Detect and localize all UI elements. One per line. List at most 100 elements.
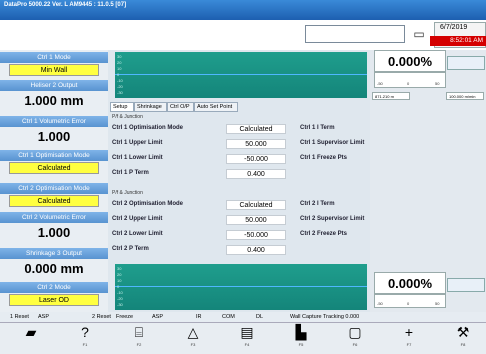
param-value[interactable]: -50.000 — [226, 230, 286, 240]
deviation-percent-top: 0.000% — [374, 50, 446, 72]
graph-tick: 20 — [117, 60, 122, 65]
deviation-scale-top: -50 0 50 — [374, 72, 446, 88]
window-title-bar: DataPro 5000.22 Ver. L AM9445 : 11.0.5 [… — [0, 0, 486, 20]
param-value[interactable]: 50.000 — [226, 215, 286, 225]
param-value[interactable]: 50.000 — [226, 139, 286, 149]
trend-line — [115, 74, 367, 75]
tools-icon: ⚒ — [456, 324, 470, 340]
graph-tick: 30 — [117, 266, 122, 271]
date-display: 6/7/2019 — [440, 24, 468, 31]
param-label: Ctrl 1 Freeze Pts — [300, 155, 348, 161]
toolbar-button[interactable]: ▢ F6 — [330, 322, 380, 354]
trend-line — [115, 286, 367, 287]
graph-tick: 0 — [117, 72, 120, 77]
toolbar-button[interactable]: ⌸ F2 — [114, 322, 164, 354]
machine-icon: ▰ — [25, 324, 37, 340]
param-label: Ctrl 2 Supervisor Limit — [300, 216, 365, 222]
triangle-icon: △ — [187, 324, 199, 340]
trend-graph-top: 30 20 10 0 -10 -20 -30 — [115, 52, 367, 98]
toolbar-button-label: F7 — [406, 342, 412, 347]
param-label: Ctrl 2 Optimisation Mode — [112, 201, 184, 207]
param-value[interactable]: Calculated — [226, 200, 286, 210]
scale-min: -50 — [377, 81, 383, 86]
left-item-value: 1.000 — [37, 129, 71, 144]
boat-icon — [447, 56, 485, 70]
toolbar-button[interactable]: + F7 — [384, 322, 434, 354]
param-label: Ctrl 1 I Term — [300, 125, 335, 131]
window-title: DataPro 5000.22 Ver. L AM9445 : 11.0.5 [… — [4, 2, 127, 8]
toolbar-button-label: F6 — [352, 342, 358, 347]
param-value[interactable]: Calculated — [226, 124, 286, 134]
status-item: ASP — [152, 314, 164, 320]
param-value[interactable]: 0.400 — [226, 169, 286, 179]
param-value[interactable]: 0.400 — [226, 245, 286, 255]
status-item: Wall Capture Tracking 0.000 — [290, 314, 360, 320]
toolbar-button-label: F5 — [298, 342, 304, 347]
toolbar-button-label: F8 — [460, 342, 466, 347]
graph-tick: -30 — [117, 90, 123, 95]
left-item-value[interactable]: Min Wall — [9, 64, 99, 76]
left-item-label: Ctrl 2 Volumetric Error — [0, 212, 108, 223]
time-display: 8:52:01 AM — [430, 36, 486, 46]
left-item-label: Ctrl 2 Mode — [0, 282, 108, 293]
graph-tick: -30 — [117, 302, 123, 307]
param-label: Ctrl 1 Upper Limit — [112, 140, 163, 146]
param-label: Ctrl 2 Lower Limit — [112, 231, 163, 237]
graph-tick: -20 — [117, 296, 123, 301]
param-value[interactable]: -50.000 — [226, 154, 286, 164]
toolbar-button[interactable]: ▤ F4 — [222, 322, 272, 354]
left-item-label: Heliser 2 Output — [0, 80, 108, 91]
graph-tick: 10 — [117, 278, 122, 283]
toolbar-button[interactable]: △ F3 — [168, 322, 218, 354]
toolbar-button-label: F4 — [244, 342, 250, 347]
graph-tick: 0 — [117, 284, 120, 289]
graph-tick: -10 — [117, 78, 123, 83]
toolbar-button-label: F3 — [190, 342, 196, 347]
toolbar-button-label: F1 — [82, 342, 88, 347]
toolbar-button[interactable]: ⚒ F8 — [438, 322, 486, 354]
tab-auto-set-point[interactable]: Auto Set Point — [194, 102, 238, 112]
top-text-field[interactable] — [305, 25, 405, 43]
status-item: 1 Reset — [10, 314, 29, 320]
left-item-label: Shrinkage 3 Output — [0, 248, 108, 259]
param-label: Ctrl 1 Lower Limit — [112, 155, 163, 161]
left-item-label: Ctrl 2 Optimisation Mode — [0, 183, 108, 194]
graph-tick: 20 — [117, 272, 122, 277]
status-item: ASP — [38, 314, 50, 320]
deviation-percent-bottom: 0.000% — [374, 272, 446, 294]
param-label: Ctrl 2 I Term — [300, 201, 335, 207]
plus-icon: + — [404, 324, 414, 340]
left-item-label: Ctrl 1 Optimisation Mode — [0, 150, 108, 161]
status-item: COM — [222, 314, 235, 320]
status-item: 2 Reset — [92, 314, 111, 320]
trend-graph-bottom: 30 20 10 0 -10 -20 -30 — [115, 264, 367, 310]
book-icon[interactable]: ▭ — [410, 27, 428, 41]
param-label: Ctrl 1 Supervisor Limit — [300, 140, 365, 146]
toolbar-button[interactable]: ▰ — [6, 322, 56, 354]
left-item-value: 1.000 — [37, 225, 71, 240]
tab-ctrl-op[interactable]: Ctrl O/P — [167, 102, 194, 112]
toolbar-button-label: F2 — [136, 342, 142, 347]
left-item-value[interactable]: Calculated — [9, 162, 99, 174]
toolbar-button[interactable]: ▙ F5 — [276, 322, 326, 354]
left-item-value[interactable]: Laser OD — [9, 294, 99, 306]
left-item-label: Ctrl 1 Mode — [0, 52, 108, 63]
scale-mid: 0 — [407, 81, 410, 86]
tab-shrinkage[interactable]: Shrinkage — [134, 102, 167, 112]
display-icon: ▤ — [240, 324, 254, 340]
deviation-scale-bottom: -50 0 50 — [374, 294, 446, 308]
param-label: Ctrl 1 Optimisation Mode — [112, 125, 184, 131]
param-label: Ctrl 2 Freeze Pts — [300, 231, 348, 237]
param-label: Ctrl 1 P Term — [112, 170, 149, 176]
status-item: IR — [196, 314, 202, 320]
status-item: Freeze — [116, 314, 134, 320]
left-item-value: 0.000 mm — [24, 261, 84, 276]
left-item-value[interactable]: Calculated — [9, 195, 99, 207]
toolbar-button[interactable]: ? F1 — [60, 322, 110, 354]
scale-max: 50 — [435, 81, 440, 86]
scale-mid: 0 — [407, 301, 410, 306]
tab-setup[interactable]: Setup — [110, 102, 134, 112]
graph-tick: 10 — [117, 66, 122, 71]
left-item-label: Ctrl 1 Volumetric Error — [0, 116, 108, 127]
document-icon: ▢ — [348, 324, 362, 340]
